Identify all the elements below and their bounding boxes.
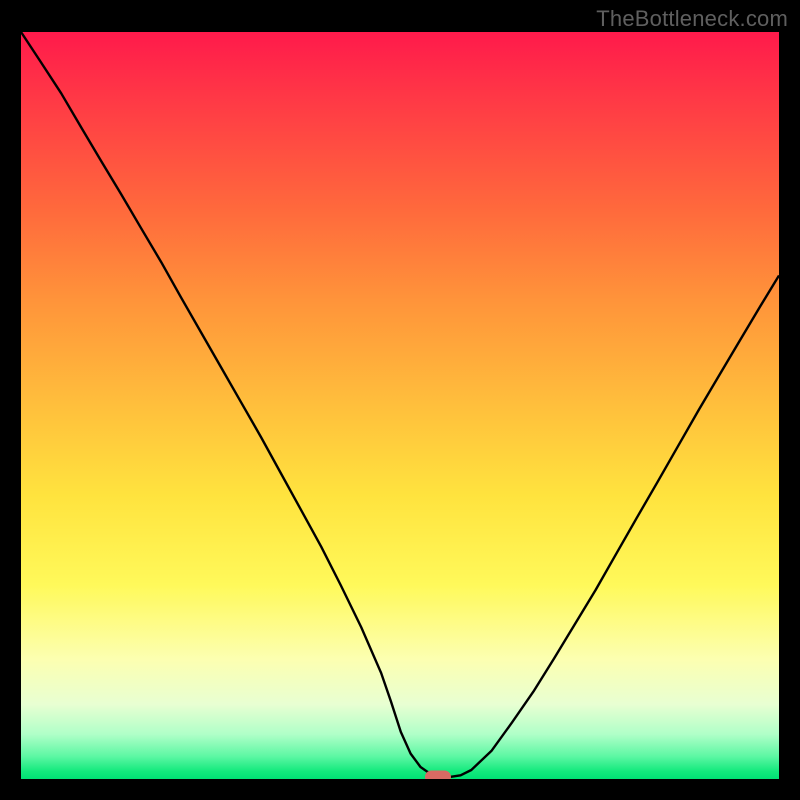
chart-frame: TheBottleneck.com (0, 0, 800, 800)
plot-area (21, 32, 779, 779)
bottleneck-curve (21, 32, 779, 779)
watermark-text: TheBottleneck.com (596, 6, 788, 32)
optimal-marker (425, 770, 451, 779)
curve-path (21, 32, 779, 777)
